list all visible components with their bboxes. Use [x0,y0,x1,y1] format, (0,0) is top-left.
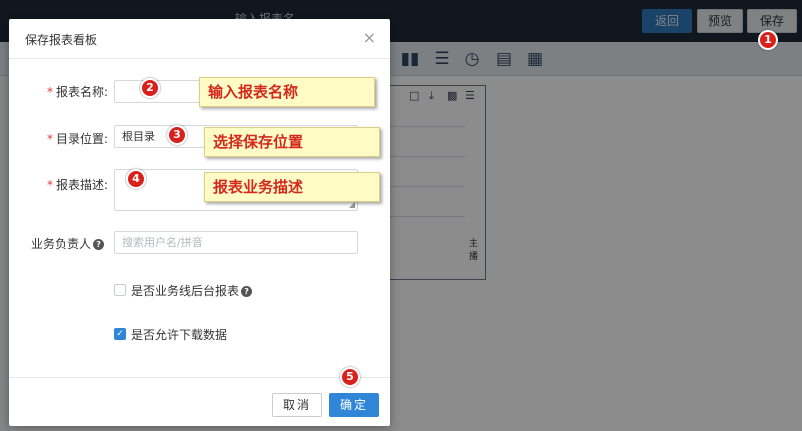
backend-report-label: 是否业务线后台报表? [131,282,253,299]
step-badge-5: 5 [340,367,360,387]
allow-download-checkbox[interactable]: ✓ [114,328,126,340]
backend-report-checkbox[interactable] [114,284,126,296]
step-badge-1: 1 [758,30,778,50]
description-label: * 报表描述: [47,176,108,193]
dialog-header: 保存报表看板 × [9,19,390,59]
allow-download-label: 是否允许下载数据 [131,328,228,342]
step-badge-4: 4 [126,169,146,189]
step-badge-3: 3 [167,125,187,145]
required-marker: * [47,132,53,146]
owner-label-text: 业务负责人 [31,237,92,251]
dialog-title: 保存报表看板 [25,33,98,47]
callout-select-location: 选择保存位置 [204,127,380,157]
resize-grip-icon[interactable]: ◢ [349,201,355,209]
close-icon[interactable]: × [363,28,376,47]
owner-search-input[interactable]: 搜索用户名/拼音 [114,231,358,254]
description-label-text: 报表描述: [56,178,109,192]
help-icon[interactable]: ? [93,239,105,250]
backend-report-label-text: 是否业务线后台报表 [131,284,240,298]
check-icon: ✓ [116,329,124,339]
help-icon[interactable]: ? [241,286,253,297]
report-name-label: * 报表名称: [47,83,108,100]
location-label-text: 目录位置: [56,132,109,146]
location-label: * 目录位置: [47,130,108,147]
cancel-button[interactable]: 取消 [272,393,322,417]
required-marker: * [47,178,53,192]
callout-report-description: 报表业务描述 [204,172,380,202]
dialog-footer: 取消 确定 [9,377,390,426]
callout-enter-name: 输入报表名称 [199,77,375,107]
owner-label: 业务负责人? [31,235,105,252]
required-marker: * [47,85,53,99]
step-badge-2: 2 [140,78,160,98]
confirm-button[interactable]: 确定 [329,393,379,417]
report-name-label-text: 报表名称: [56,85,109,99]
